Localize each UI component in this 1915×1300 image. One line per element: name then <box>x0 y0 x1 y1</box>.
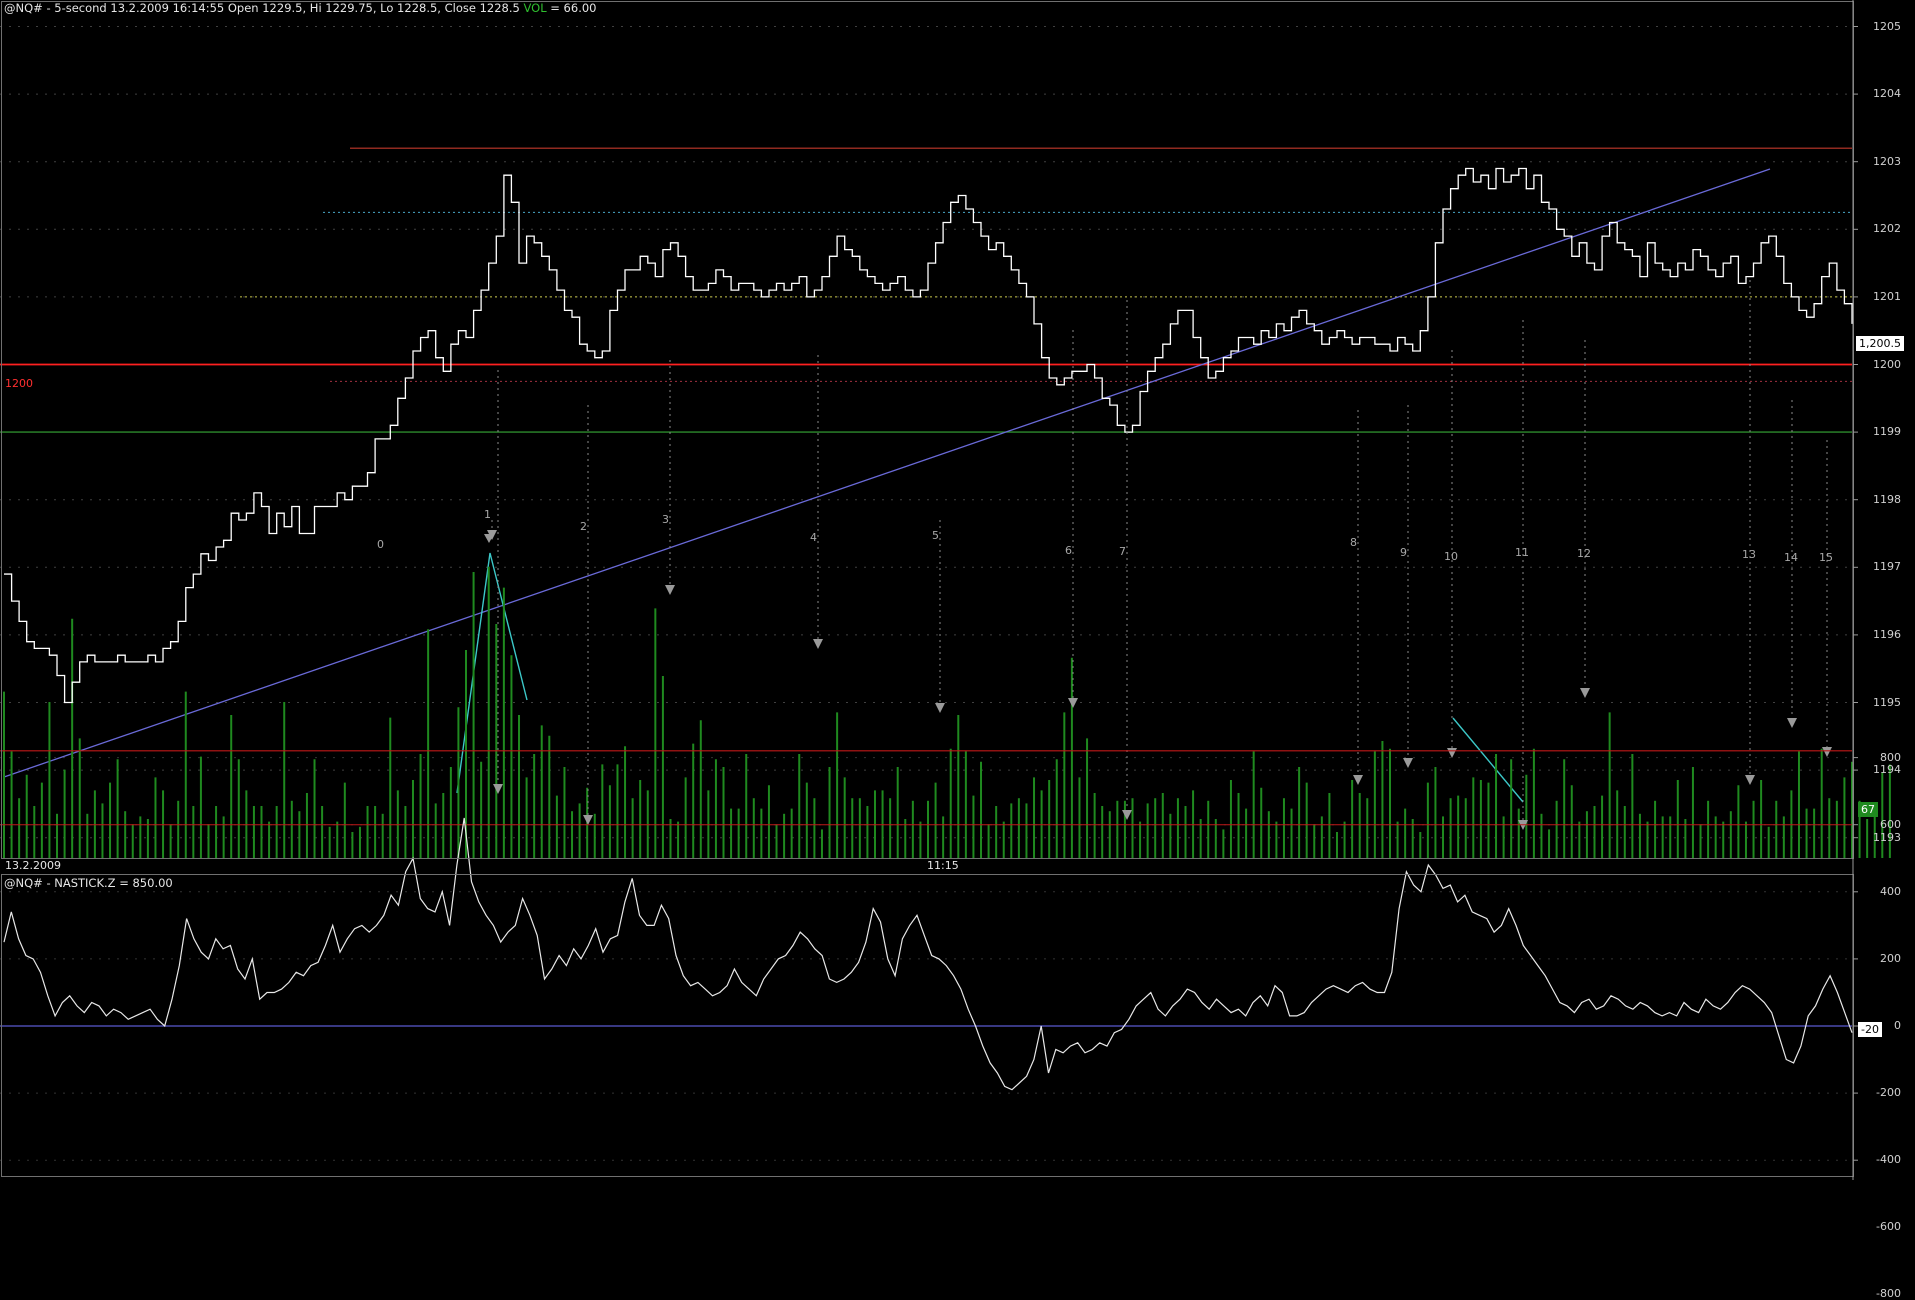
price-line <box>4 167 1853 704</box>
grid-lines <box>0 26 1852 1161</box>
indicator-axis-tick: -400 <box>1876 1153 1901 1167</box>
price-axis-tick: 1195 <box>1873 695 1901 709</box>
vol-label: VOL <box>523 1 547 15</box>
annotation-arrow-head <box>1403 758 1413 768</box>
price-axis-tick: 1204 <box>1873 87 1901 101</box>
annotation-label: 1 <box>484 508 491 521</box>
annotation-arrows <box>484 280 1832 830</box>
annotation-arrow-head <box>1353 775 1363 785</box>
panel-frames <box>1 0 1858 1180</box>
header-text: @NQ# - 5-second 13.2.2009 16:14:55 Open … <box>4 1 520 15</box>
price-axis-tick: 1200 <box>1873 357 1901 371</box>
indicator-axis-tick: -200 <box>1876 1086 1901 1100</box>
annotation-arrow-head <box>1068 698 1078 708</box>
annotation-label: 6 <box>1065 544 1072 557</box>
annotation-arrow-head <box>935 703 945 713</box>
trend-line <box>3 168 1771 778</box>
indicator-axis-tick: -800 <box>1876 1287 1901 1300</box>
annotation-arrow-head <box>493 784 503 794</box>
annotation-label: 14 <box>1784 551 1798 564</box>
chart-canvas <box>0 0 1891 1180</box>
annotation-label: 10 <box>1444 550 1458 563</box>
price-panel-header: @NQ# - 5-second 13.2.2009 16:14:55 Open … <box>4 1 596 15</box>
indicator-axis-tick: 800 <box>1880 750 1901 764</box>
indicator-axis-tick: 200 <box>1880 951 1901 965</box>
volume-value-box: 67 <box>1858 802 1878 817</box>
time-label: 11:15 <box>927 859 959 872</box>
volume-bars <box>3 566 1891 858</box>
price-axis-tick: 1202 <box>1873 222 1901 236</box>
price-axis-tick: 1205 <box>1873 19 1901 33</box>
level-1200-label: 1200 <box>5 377 33 390</box>
annotation-label: 8 <box>1350 536 1357 549</box>
last-price-box: 1,200.5 <box>1856 336 1904 351</box>
indicator-panel-header: @NQ# - NASTICK.Z = 850.00 <box>4 876 173 890</box>
price-series <box>4 167 1853 704</box>
annotation-label: 3 <box>662 513 669 526</box>
indicator-axis-tick: 600 <box>1880 817 1901 831</box>
annotation-label: 9 <box>1400 546 1407 559</box>
price-axis-tick: 1194 <box>1873 763 1901 777</box>
annotation-label: 0 <box>377 538 384 551</box>
annotation-label: 12 <box>1577 547 1591 560</box>
annotation-label: 5 <box>932 529 939 542</box>
annotation-label: 11 <box>1515 546 1529 559</box>
annotation-label: 2 <box>580 520 587 533</box>
annotation-label: 4 <box>810 531 817 544</box>
annotation-arrow-head <box>1580 688 1590 698</box>
price-overlays <box>0 147 1852 803</box>
indicator-value-box: -20 <box>1858 1022 1882 1037</box>
price-axis-tick: 1198 <box>1873 492 1901 506</box>
annotation-label: 7 <box>1119 545 1126 558</box>
annotation-label: 13 <box>1742 548 1756 561</box>
indicator-axis-tick: -600 <box>1876 1220 1901 1234</box>
price-axis-tick: 1203 <box>1873 154 1901 168</box>
price-axis-tick: 1201 <box>1873 289 1901 303</box>
indicator-series <box>0 750 1853 1091</box>
vol-value: = 66.00 <box>546 1 597 15</box>
indicator-axis-tick: 0 <box>1894 1019 1901 1032</box>
annotation-arrow-head <box>1745 775 1755 785</box>
annotation-arrow-head <box>1787 718 1797 728</box>
annotation-label: 15 <box>1819 551 1833 564</box>
cyan-wedge-line <box>456 552 528 794</box>
price-axis-tick: 1199 <box>1873 425 1901 439</box>
price-axis-tick: 1193 <box>1873 830 1901 844</box>
annotation-arrow-head <box>813 639 823 649</box>
indicator-axis-tick: 400 <box>1880 884 1901 898</box>
price-axis-tick: 1197 <box>1873 560 1901 574</box>
annotation-arrow-head <box>665 585 675 595</box>
price-panel-frame <box>1 1 1854 859</box>
price-axis-tick: 1196 <box>1873 627 1901 641</box>
annotation-arrow-head <box>583 815 593 825</box>
annotation-arrow-head <box>1447 748 1457 758</box>
date-label: 13.2.2009 <box>5 859 61 872</box>
annotation-arrow-head <box>1122 810 1132 820</box>
annotation-arrow-head <box>1822 747 1832 757</box>
